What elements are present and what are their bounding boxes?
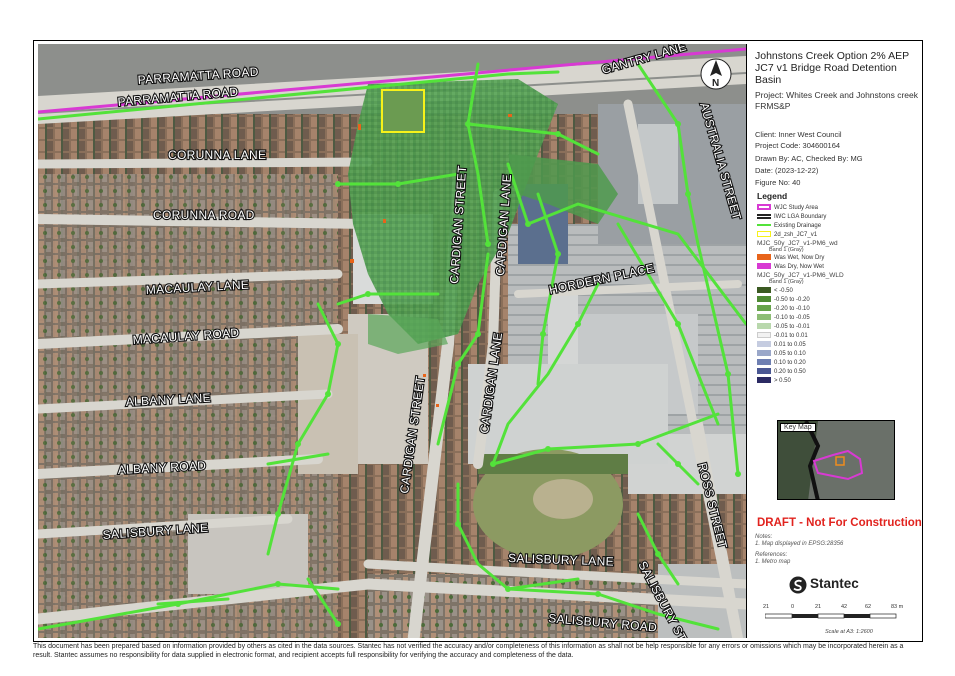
legend-swatch (757, 231, 771, 238)
project-name: Project: Whites Creek and Johnstons cree… (755, 90, 918, 111)
north-label: N (712, 78, 719, 89)
legend-group1-title: MJC_50y_JC7_v1-PM6_wd (757, 240, 838, 247)
legend-title: Legend (757, 191, 788, 201)
legend-item-wld: 0.05 to 0.10 (757, 350, 806, 358)
legend-swatch (757, 263, 771, 270)
legend-swatch (757, 332, 771, 339)
legend-item-lga-boundary: IWC LGA Boundary (757, 213, 826, 221)
legend-group2-band: Band 1 (Gray) (769, 279, 804, 285)
legend-swatch (757, 224, 771, 227)
legend-swatch (757, 204, 771, 211)
legend-swatch (757, 377, 771, 384)
legend-label: WJC Study Area (774, 205, 819, 211)
notes-heading: Notes: (755, 534, 773, 540)
legend-swatch (757, 305, 771, 312)
references-text: 1. Metro map (755, 559, 791, 565)
legend-label: 0.20 to 0.50 (774, 369, 806, 375)
legend-label: IWC LGA Boundary (774, 214, 827, 220)
street-label: CORUNNA LANE (168, 148, 266, 162)
legend-swatch (757, 254, 771, 261)
legend-item-wld: 0.01 to 0.05 (757, 341, 806, 349)
legend-item-wld: 0.10 to 0.20 (757, 359, 806, 367)
key-map-image (778, 421, 894, 499)
north-arrow-icon: N (700, 58, 732, 90)
legend-swatch (757, 287, 771, 294)
legend-item-wld: > 0.50 (757, 377, 791, 385)
legend-item-wld: 0.20 to 0.50 (757, 368, 806, 376)
scale-bar (765, 613, 897, 619)
scale-tick: 21 (815, 604, 822, 610)
legend-item-wld: -0.20 to -0.10 (757, 305, 810, 313)
legend-label: -0.10 to -0.05 (774, 315, 810, 321)
legend-label: Existing Drainage (774, 223, 822, 229)
scale-tick: 0 (791, 604, 795, 610)
legend-label: -0.50 to -0.20 (774, 297, 810, 303)
map-info-panel: Johnstons Creek Option 2% AEP JC7 v1 Bri… (746, 44, 922, 638)
legend-label: Was Dry, Now Wet (774, 264, 824, 270)
references-heading: References: (755, 552, 788, 558)
street-label: CORUNNA ROAD (153, 208, 255, 222)
legend-label: < -0.50 (774, 288, 793, 294)
legend-swatch (757, 296, 771, 303)
legend-label: -0.20 to -0.10 (774, 306, 810, 312)
legend-group1-band: Band 1 (Gray) (769, 247, 804, 253)
map-title-line2: JC7 v1 Bridge Road Detention Basin (755, 62, 897, 86)
scale-tick: 83 m (891, 604, 904, 610)
draft-notice: DRAFT - Not For Construction (757, 517, 922, 529)
legend-group2-title: MJC_50y_JC7_v1-PM6_WLD (757, 272, 844, 279)
legend-item-wld: -0.05 to -0.01 (757, 323, 810, 331)
map-title: Johnstons Creek Option 2% AEP JC7 v1 Bri… (755, 50, 920, 86)
brand-name: Stantec (810, 576, 859, 591)
client: Client: Inner West Council (755, 130, 842, 139)
legend-label: Was Wet, Now Dry (774, 255, 825, 261)
scale-caption: Scale at A3: 1:2600 (825, 629, 873, 635)
legend-label: 0.10 to 0.20 (774, 360, 806, 366)
date: Date: (2023-12-22) (755, 166, 819, 175)
legend-item-study-area: WJC Study Area (757, 204, 818, 212)
legend-label: > 0.50 (774, 378, 791, 384)
legend-item-drainage: Existing Drainage (757, 222, 821, 230)
stantec-logo-icon (789, 576, 807, 594)
key-map: Key Map (777, 420, 895, 500)
legend-item-basin: 2d_zsh_JC7_v1 (757, 231, 817, 239)
legend-label: 0.05 to 0.10 (774, 351, 806, 357)
legend-swatch (757, 314, 771, 321)
legend-label: -0.05 to -0.01 (774, 324, 810, 330)
legend-swatch (757, 359, 771, 366)
drawn-by: Drawn By: AC, Checked By: MG (755, 154, 863, 163)
key-map-label: Key Map (780, 423, 816, 432)
aerial-map: PARRAMATTA ROAD PARRAMATTA ROAD GANTRY L… (38, 44, 746, 638)
legend-label: -0.01 to 0.01 (774, 333, 808, 339)
map-title-line1: Johnstons Creek Option 2% AEP (755, 50, 910, 62)
scale-tick: 62 (865, 604, 872, 610)
scale-tick: 21 (763, 604, 770, 610)
disclaimer-text: This document has been prepared based on… (33, 643, 904, 659)
legend-item-wld: < -0.50 (757, 287, 793, 295)
scale-tick: 42 (841, 604, 848, 610)
legend-swatch (757, 350, 771, 357)
legend-item-wet-dry: Was Wet, Now Dry (757, 254, 824, 262)
legend-swatch (757, 341, 771, 348)
legend-item-dry-wet: Was Dry, Now Wet (757, 263, 824, 271)
legend-swatch (757, 368, 771, 375)
notes-text: 1. Map displayed in EPSG:28356 (755, 541, 844, 547)
map-view[interactable]: PARRAMATTA ROAD PARRAMATTA ROAD GANTRY L… (38, 44, 746, 638)
project-code: Project Code: 304600164 (755, 141, 841, 150)
legend-swatch (757, 213, 771, 219)
legend-item-wld: -0.01 to 0.01 (757, 332, 808, 340)
legend-item-wld: -0.10 to -0.05 (757, 314, 810, 322)
legend-item-wld: -0.50 to -0.20 (757, 296, 810, 304)
legend-label: 2d_zsh_JC7_v1 (774, 232, 818, 238)
legend-swatch (757, 323, 771, 330)
legend-label: 0.01 to 0.05 (774, 342, 806, 348)
figure-number: Figure No: 40 (755, 178, 801, 187)
